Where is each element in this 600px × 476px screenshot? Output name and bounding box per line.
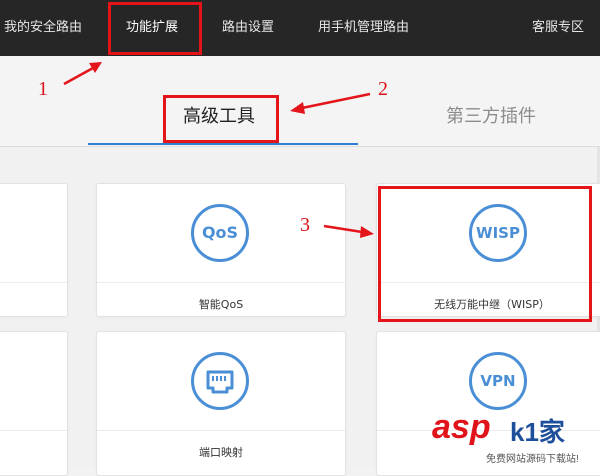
- watermark-subtitle: 免费网站源码下载站!: [486, 454, 579, 465]
- arrow-1: [63, 62, 102, 86]
- arrow-2: [290, 92, 371, 114]
- watermark-logo-extra: k1家: [510, 417, 565, 447]
- arrow-3: [323, 224, 374, 238]
- annotation-arrows: [63, 62, 374, 238]
- watermark-logo: asp: [432, 408, 491, 446]
